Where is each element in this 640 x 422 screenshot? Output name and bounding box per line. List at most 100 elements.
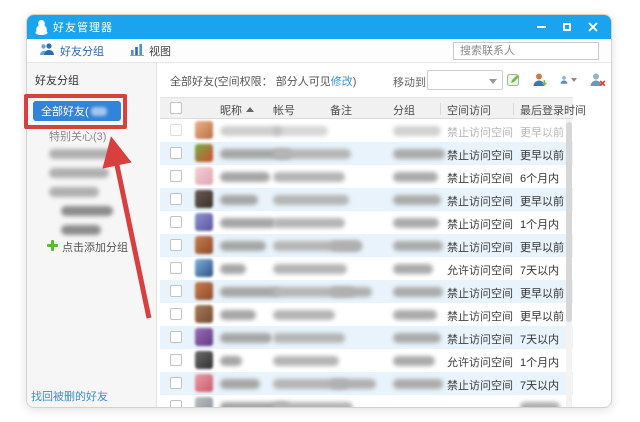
redacted-group: [393, 172, 438, 182]
table-row[interactable]: 禁止访问空间 更早以前: [160, 303, 573, 326]
table-row[interactable]: 禁止访问空间 7天以内: [160, 326, 573, 349]
table-row[interactable]: 禁止访问空间 更早以前: [160, 280, 573, 303]
redacted-remark: [330, 287, 372, 297]
minimize-button[interactable]: [535, 21, 547, 33]
redacted-nickname: [220, 264, 246, 274]
column-divider: [513, 103, 514, 115]
move-to-dropdown[interactable]: [427, 70, 503, 90]
row-checkbox[interactable]: [170, 308, 182, 320]
redacted-account: [273, 218, 345, 228]
sidebar-redacted-group[interactable]: [49, 187, 99, 197]
select-all-checkbox[interactable]: [170, 102, 182, 114]
friend-groups-label: 好友分组: [60, 45, 104, 58]
toolbar: 好友分组 视图: [27, 39, 611, 63]
sidebar-redacted-group[interactable]: [61, 206, 113, 216]
space-access-cell: 禁止访问空间: [447, 288, 513, 300]
table-row[interactable]: [160, 395, 573, 407]
avatar: [195, 213, 213, 231]
last-login-cell: 更早以前: [520, 127, 564, 139]
space-access-cell: 允许访问空间: [447, 265, 513, 277]
row-checkbox[interactable]: [170, 147, 182, 159]
friend-groups-tab[interactable]: 好友分组: [39, 42, 104, 59]
sidebar-header: 好友分组: [35, 75, 79, 87]
add-group-button[interactable]: 点击添加分组: [47, 239, 128, 255]
edit-note-button[interactable]: [506, 71, 524, 88]
space-access-cell: 禁止访问空间: [447, 311, 513, 323]
column-header-group[interactable]: 分组: [393, 102, 415, 118]
redacted-nickname: [220, 379, 260, 389]
last-login-cell: 1个月内: [520, 357, 560, 369]
space-access-cell: 禁止访问空间: [447, 219, 513, 231]
delete-friend-button[interactable]: [589, 71, 607, 88]
last-login-cell: 6个月内: [520, 173, 560, 185]
redacted-group: [393, 241, 443, 251]
redacted-nickname: [220, 195, 258, 205]
table-row[interactable]: 禁止访问空间 更早以前: [160, 119, 573, 142]
list-action-bar: 全部好友(空间权限： 部分人可见修改) 移动到: [157, 63, 611, 97]
permission-summary: 全部好友(空间权限： 部分人可见修改): [170, 73, 356, 89]
redacted-nickname: [220, 241, 266, 251]
column-header-account[interactable]: 帐号: [273, 102, 295, 118]
qq-penguin-icon: [35, 19, 48, 35]
sidebar-item-special-care[interactable]: 特别关心(3): [49, 128, 106, 144]
table-row[interactable]: 禁止访问空间 1个月内: [160, 211, 573, 234]
view-tab[interactable]: 视图: [130, 42, 171, 59]
redacted-group: [393, 333, 441, 343]
last-login-cell: 7天以内: [520, 334, 560, 346]
row-checkbox[interactable]: [170, 170, 182, 182]
row-checkbox[interactable]: [170, 239, 182, 251]
table-row[interactable]: 禁止访问空间 更早以前: [160, 142, 573, 165]
sidebar-redacted-group[interactable]: [49, 149, 121, 159]
table-row[interactable]: 禁止访问空间 7天以内: [160, 372, 573, 395]
table-row[interactable]: 禁止访问空间 6个月内: [160, 165, 573, 188]
title-bar[interactable]: 好友管理器: [27, 15, 611, 39]
row-checkbox[interactable]: [170, 331, 182, 343]
window-controls: [535, 21, 603, 33]
people-icon: [39, 42, 55, 59]
row-checkbox[interactable]: [170, 262, 182, 274]
add-friend-button[interactable]: [532, 71, 550, 88]
search-input[interactable]: [453, 42, 599, 60]
chevron-down-icon: [571, 77, 577, 82]
table-row[interactable]: 允许访问空间 7天以内: [160, 257, 573, 280]
avatar: [195, 351, 213, 369]
sidebar-redacted-group[interactable]: [49, 168, 109, 178]
plus-icon: [47, 240, 58, 254]
column-header-space-access[interactable]: 空间访问: [447, 102, 491, 118]
modify-link[interactable]: 修改: [331, 76, 353, 88]
avatar: [195, 121, 213, 139]
redacted-group: [393, 218, 439, 228]
row-checkbox[interactable]: [170, 124, 182, 136]
recover-deleted-friends-link[interactable]: 找回被删的好友: [31, 388, 108, 404]
row-checkbox[interactable]: [170, 400, 182, 407]
column-header-nickname[interactable]: 昵称: [220, 102, 254, 118]
row-checkbox[interactable]: [170, 285, 182, 297]
row-checkbox[interactable]: [170, 193, 182, 205]
table-row[interactable]: 允许访问空间 1个月内: [160, 349, 573, 372]
sidebar-redacted-group[interactable]: [61, 225, 101, 235]
row-checkbox[interactable]: [170, 377, 182, 389]
scrollbar-track[interactable]: [566, 119, 572, 407]
redacted-nickname: [220, 172, 270, 182]
redacted-account: [273, 126, 328, 136]
last-login-cell: 更早以前: [520, 311, 564, 323]
space-access-cell: 禁止访问空间: [447, 173, 513, 185]
avatar: [195, 282, 213, 300]
close-button[interactable]: [587, 21, 599, 33]
last-login-cell: 7天以内: [520, 380, 560, 392]
table-row[interactable]: 禁止访问空间 更早以前: [160, 188, 573, 211]
row-checkbox[interactable]: [170, 354, 182, 366]
last-login-cell: 更早以前: [520, 288, 564, 300]
friend-settings-button[interactable]: [559, 71, 577, 88]
column-header-remark[interactable]: 备注: [330, 102, 352, 118]
scrollbar-thumb[interactable]: [566, 122, 572, 322]
column-header-last-login[interactable]: 最后登录时间: [520, 102, 586, 118]
redacted-last-login: [520, 402, 560, 407]
window-title: 好友管理器: [53, 22, 113, 34]
screenshot-page: 好友管理器 好友分组 视图 搜索联系人 好友分组 全部好友(特别关心(3) 点…: [0, 0, 640, 422]
redacted-nickname: [220, 333, 272, 343]
row-checkbox[interactable]: [170, 216, 182, 228]
table-row[interactable]: 禁止访问空间 更早以前: [160, 234, 573, 257]
avatar: [195, 144, 213, 162]
maximize-button[interactable]: [561, 21, 573, 33]
